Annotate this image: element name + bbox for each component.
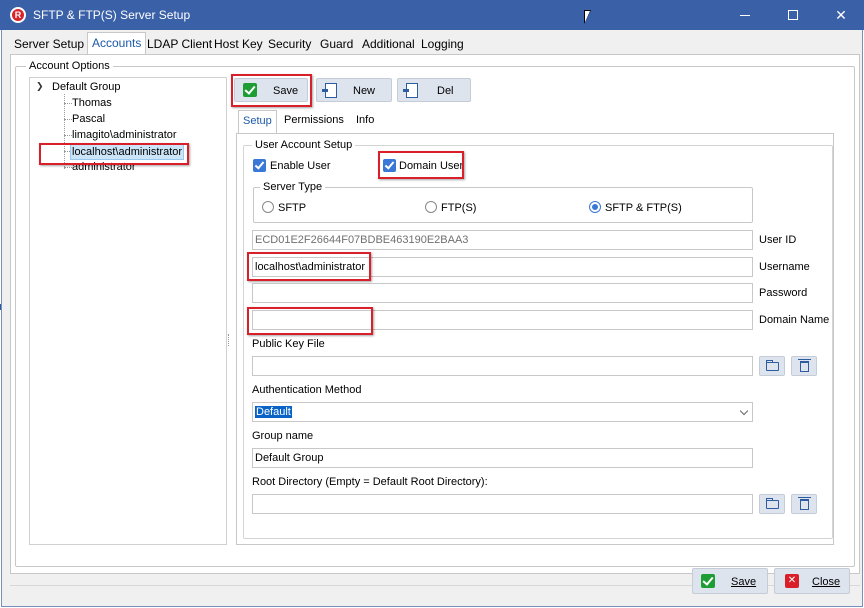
chevron-down-icon[interactable]: ❯ [36,82,44,91]
auth-method-label: Authentication Method [252,384,362,396]
folder-icon [766,498,779,509]
auth-method-value: Default [255,406,292,418]
highlight-box [39,143,189,165]
server-type-label: Server Type [260,181,326,193]
root-directory-label: Root Directory (Empty = Default Root Dir… [252,476,488,488]
delete-button-label: Del [437,85,454,97]
close-icon: ✕ [785,574,799,588]
close-icon: ✕ [835,7,847,23]
tree-connector [64,167,72,168]
new-document-icon [322,83,337,98]
sftp-radio-label: SFTP [278,202,307,214]
clear-root-directory-button[interactable] [791,494,817,514]
minimize-icon [740,15,750,16]
tree-node-user[interactable]: Thomas [72,96,112,110]
new-button[interactable]: New [316,78,392,102]
tree-node-user[interactable]: Pascal [72,112,105,126]
edge-marker [0,304,1,310]
tab-server-setup[interactable]: Server Setup [10,36,88,54]
check-icon [701,574,715,588]
highlight-box [378,151,464,179]
highlight-box [247,252,371,281]
sftp-radio[interactable] [262,201,274,213]
enable-user-checkbox[interactable] [253,159,266,172]
close-window-button[interactable]: ✕ [818,0,864,30]
tree-connector [64,135,72,136]
ftps-radio[interactable] [425,201,437,213]
public-key-file-label: Public Key File [252,338,325,350]
tab-host-key[interactable]: Host Key [210,36,267,54]
password-label: Password [759,287,808,299]
user-id-label: User ID [759,234,797,246]
domain-name-label: Domain Name [759,314,830,326]
maximize-button[interactable] [770,0,816,30]
chevron-down-icon [739,406,749,416]
minimize-button[interactable] [722,0,768,30]
tree-connector [64,119,72,120]
subtab-setup[interactable]: Setup [238,110,277,133]
new-button-label: New [353,85,376,97]
ftps-radio-label: FTP(S) [441,202,477,214]
tab-logging[interactable]: Logging [417,36,468,54]
clear-public-key-button[interactable] [791,356,817,376]
tab-guard[interactable]: Guard [316,36,357,54]
enable-user-label: Enable User [270,160,331,172]
footer-save-label: Save [731,576,757,588]
user-id-field[interactable]: ECD01E2F26644F07BDBE463190E2BAA3 [252,230,753,250]
tree-connector [64,103,72,104]
account-options-label: Account Options [26,60,113,72]
tree-node-default-group[interactable]: Default Group [52,80,120,94]
maximize-icon [788,10,798,20]
title-bar: R SFTP & FTP(S) Server Setup ✕ [0,0,864,30]
password-field[interactable] [252,283,753,303]
username-label: Username [759,261,810,273]
splitter-handle[interactable] [228,334,230,346]
trash-icon [798,497,811,510]
subtab-permissions[interactable]: Permissions [280,112,348,130]
mouse-cursor-icon [584,10,591,24]
delete-document-icon [403,83,418,98]
trash-icon [798,359,811,372]
sftp-ftps-radio-label: SFTP & FTP(S) [605,202,682,214]
tab-security[interactable]: Security [264,36,315,54]
sftp-ftps-radio[interactable] [589,201,601,213]
footer-close-button[interactable]: ✕ Close [774,568,850,594]
auth-method-select[interactable]: Default [252,402,753,422]
public-key-file-field[interactable] [252,356,753,376]
app-icon: R [10,7,26,23]
delete-button[interactable]: Del [397,78,471,102]
group-name-field[interactable]: Default Group [252,448,753,468]
root-directory-field[interactable] [252,494,753,514]
tree-node-user[interactable]: limagito\administrator [72,128,177,142]
window-title: SFTP & FTP(S) Server Setup [33,8,191,22]
browse-root-directory-button[interactable] [759,494,785,514]
folder-icon [766,360,779,371]
highlight-box [231,74,312,107]
user-account-setup-label: User Account Setup [252,139,356,151]
footer-save-button[interactable]: Save [692,568,768,594]
highlight-box [247,307,373,335]
group-name-label: Group name [252,430,314,442]
footer-close-label: Close [812,576,841,588]
subtab-info[interactable]: Info [352,112,378,130]
client-area: Server Setup Accounts LDAP Client Host K… [1,30,863,607]
browse-public-key-button[interactable] [759,356,785,376]
tab-accounts[interactable]: Accounts [87,32,147,54]
tab-ldap-client[interactable]: LDAP Client [143,36,216,54]
tab-additional[interactable]: Additional [358,36,419,54]
